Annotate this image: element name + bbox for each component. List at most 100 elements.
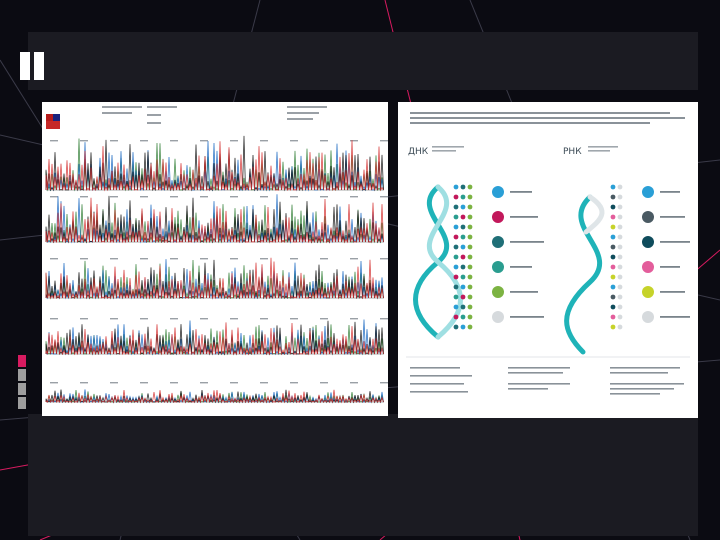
base-call-label	[350, 258, 358, 260]
base-call-label	[80, 140, 88, 142]
base-dot	[610, 324, 616, 330]
base-call-label	[350, 140, 358, 142]
base-call-label	[260, 196, 268, 198]
base-call-label	[350, 196, 358, 198]
base-dot	[460, 194, 466, 200]
base-dot	[460, 274, 466, 280]
base-dot	[617, 304, 623, 310]
legend-swatch	[492, 211, 504, 223]
base-dot	[453, 254, 459, 260]
base-dot	[617, 234, 623, 240]
legend-swatch	[492, 186, 504, 198]
base-dot	[617, 224, 623, 230]
legend-label	[510, 241, 544, 243]
base-dot	[460, 254, 466, 260]
legend-label	[510, 266, 532, 268]
base-call-label	[140, 196, 148, 198]
base-dot	[467, 274, 473, 280]
legend-label	[660, 266, 680, 268]
legend-label	[660, 191, 680, 193]
base-call-label	[50, 382, 58, 384]
title-band	[28, 32, 698, 90]
base-call-label	[230, 382, 238, 384]
base-dot	[460, 234, 466, 240]
base-dot	[610, 264, 616, 270]
base-dot	[617, 244, 623, 250]
legend-label	[660, 241, 690, 243]
base-dot	[610, 284, 616, 290]
base-dot	[460, 224, 466, 230]
legend-swatch	[492, 286, 504, 298]
base-call-label	[170, 382, 178, 384]
base-call-label	[140, 318, 148, 320]
base-dot	[453, 234, 459, 240]
base-call-label	[200, 258, 208, 260]
base-call-label	[50, 140, 58, 142]
base-dot	[610, 304, 616, 310]
base-dot	[467, 264, 473, 270]
base-call-label	[290, 140, 298, 142]
base-dot	[467, 194, 473, 200]
base-dot	[610, 274, 616, 280]
base-call-label	[200, 318, 208, 320]
infographic-figure: ДНК РНК	[398, 102, 698, 418]
base-call-label	[50, 318, 58, 320]
base-call-label	[350, 318, 358, 320]
base-dot	[467, 234, 473, 240]
base-call-label	[320, 382, 328, 384]
base-dot	[453, 294, 459, 300]
base-dot	[453, 194, 459, 200]
base-dot	[610, 204, 616, 210]
base-call-label	[290, 382, 298, 384]
base-dot	[610, 224, 616, 230]
base-dot	[610, 314, 616, 320]
base-dot	[610, 214, 616, 220]
base-dot	[617, 294, 623, 300]
legend-swatch	[642, 186, 654, 198]
base-call-label	[80, 382, 88, 384]
base-dot	[617, 284, 623, 290]
base-dot	[617, 274, 623, 280]
base-call-label	[320, 258, 328, 260]
base-call-label	[350, 382, 358, 384]
base-dot	[467, 244, 473, 250]
base-dot	[610, 184, 616, 190]
base-dot	[460, 314, 466, 320]
base-dot	[453, 264, 459, 270]
base-call-label	[110, 196, 118, 198]
base-dot	[460, 284, 466, 290]
base-dot	[460, 264, 466, 270]
base-dot	[617, 194, 623, 200]
base-dot	[453, 314, 459, 320]
legend-swatch	[642, 261, 654, 273]
base-dot	[453, 204, 459, 210]
base-call-label	[170, 140, 178, 142]
base-call-label	[230, 258, 238, 260]
base-dot	[610, 294, 616, 300]
title-marker-icon	[20, 52, 46, 80]
base-call-label	[80, 196, 88, 198]
base-call-label	[380, 196, 388, 198]
base-call-label	[110, 318, 118, 320]
base-call-label	[260, 318, 268, 320]
base-call-label	[50, 258, 58, 260]
base-call-label	[290, 258, 298, 260]
base-dot	[467, 284, 473, 290]
base-call-label	[110, 140, 118, 142]
base-call-label	[230, 318, 238, 320]
base-dot	[617, 324, 623, 330]
base-call-label	[380, 318, 388, 320]
base-call-label	[290, 318, 298, 320]
legend-label	[510, 216, 538, 218]
legend-swatch	[492, 261, 504, 273]
base-dot	[460, 294, 466, 300]
dna-heading: ДНК	[408, 147, 429, 157]
base-dot	[453, 214, 459, 220]
base-dot	[453, 224, 459, 230]
base-dot	[610, 194, 616, 200]
base-dot	[460, 324, 466, 330]
base-dot	[467, 224, 473, 230]
base-call-label	[200, 140, 208, 142]
base-dot	[610, 254, 616, 260]
presentation-slide: ДНК РНК	[0, 0, 720, 540]
